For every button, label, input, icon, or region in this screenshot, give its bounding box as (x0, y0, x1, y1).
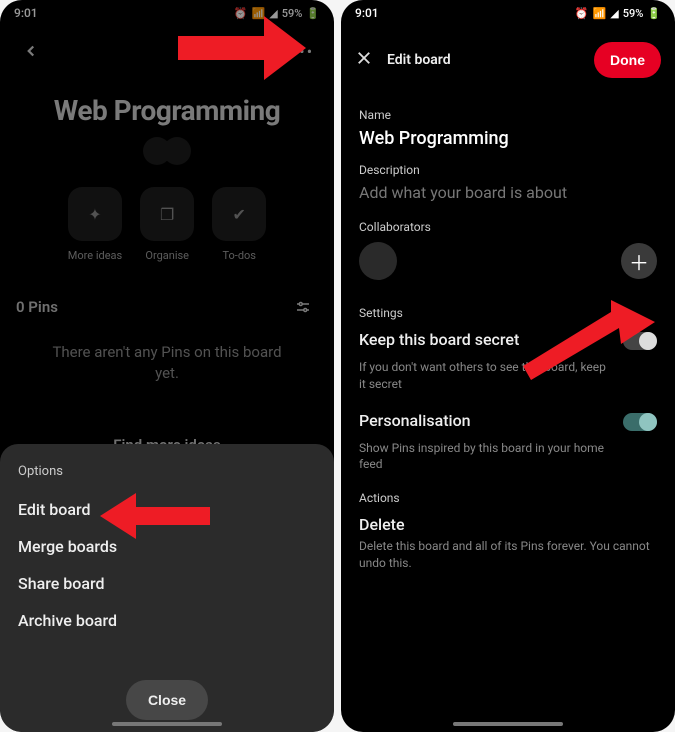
keep-secret-toggle[interactable] (623, 332, 657, 350)
action-todos[interactable]: ✔ To-dos (212, 187, 266, 262)
edit-body: Name Web Programming Description Add wha… (341, 88, 675, 572)
description-label: Description (359, 163, 657, 177)
check-icon: ✔ (233, 205, 246, 224)
setting-keep-secret: Keep this board secret (359, 330, 657, 353)
left-phone: 9:01 ⏰ 📶 ◢ 59% 🔋 ••• Web Programming ✦ M (0, 0, 334, 732)
collaborators-row: ＋ (359, 242, 657, 280)
setting-title: Keep this board secret (359, 330, 519, 349)
status-icons: ⏰ 📶 ◢ 59% 🔋 (234, 7, 320, 20)
option-merge-boards[interactable]: Merge boards (18, 528, 316, 565)
name-label: Name (359, 108, 657, 122)
signal-icon: ◢ (269, 7, 277, 20)
board-title: Web Programming (0, 94, 334, 127)
status-bar: 9:01 ⏰ 📶 ◢ 59% 🔋 (341, 0, 675, 26)
setting-desc: If you don't want others to see this boa… (359, 359, 657, 393)
organise-icon: ❐ (160, 205, 174, 224)
status-time: 9:01 (355, 6, 379, 20)
page-title: Edit board (387, 52, 451, 68)
alarm-icon: ⏰ (234, 7, 248, 20)
chevron-left-icon (22, 42, 40, 60)
wifi-icon: 📶 (252, 7, 266, 20)
action-more-ideas[interactable]: ✦ More ideas (68, 187, 122, 262)
avatar[interactable] (359, 242, 397, 280)
alarm-icon: ⏰ (575, 7, 589, 20)
filter-button[interactable] (288, 292, 318, 322)
personalisation-toggle[interactable] (623, 413, 657, 431)
sliders-icon (294, 298, 312, 316)
edit-header: Edit board Done (341, 32, 675, 88)
setting-title: Personalisation (359, 411, 471, 430)
status-icons: ⏰ 📶 ◢ 59% 🔋 (575, 7, 661, 20)
close-button[interactable]: Close (126, 680, 208, 720)
board-avatars (0, 137, 334, 165)
setting-personalisation: Personalisation (359, 411, 657, 434)
pins-row: 0 Pins (0, 292, 334, 322)
option-edit-board[interactable]: Edit board (18, 491, 316, 528)
collaborators-label: Collaborators (359, 220, 657, 234)
battery-pct: 59% (282, 7, 303, 20)
back-button[interactable] (16, 36, 46, 66)
actions-label: Actions (359, 491, 657, 505)
status-time: 9:01 (14, 6, 38, 20)
action-label: To-dos (222, 249, 256, 262)
name-field[interactable]: Web Programming (359, 128, 657, 149)
delete-board[interactable]: Delete (359, 515, 657, 534)
board-actions: ✦ More ideas ❐ Organise ✔ To-dos (0, 187, 334, 262)
settings-label: Settings (359, 306, 657, 320)
right-phone: 9:01 ⏰ 📶 ◢ 59% 🔋 Edit board Done Name We… (341, 0, 675, 732)
action-label: More ideas (68, 249, 122, 262)
wifi-icon: 📶 (593, 7, 607, 20)
delete-desc: Delete this board and all of its Pins fo… (359, 538, 657, 572)
option-share-board[interactable]: Share board (18, 565, 316, 602)
sparkle-icon: ✦ (88, 205, 101, 224)
nav-indicator (453, 722, 563, 726)
board-header: ••• (0, 26, 334, 66)
description-field[interactable]: Add what your board is about (359, 183, 657, 202)
option-archive-board[interactable]: Archive board (18, 602, 316, 639)
more-options-button[interactable]: ••• (288, 36, 318, 66)
plus-icon: ＋ (629, 247, 649, 276)
setting-desc: Show Pins inspired by this board in your… (359, 440, 657, 474)
close-icon (355, 49, 373, 67)
status-bar: 9:01 ⏰ 📶 ◢ 59% 🔋 (0, 0, 334, 26)
battery-pct: 59% (623, 7, 644, 20)
battery-icon: 🔋 (306, 7, 320, 20)
done-button[interactable]: Done (594, 42, 661, 78)
options-title: Options (18, 464, 316, 479)
signal-icon: ◢ (610, 7, 618, 20)
avatar (163, 137, 191, 165)
action-label: Organise (145, 249, 189, 262)
nav-indicator (112, 722, 222, 726)
battery-icon: 🔋 (647, 7, 661, 20)
close-button[interactable] (355, 49, 373, 71)
empty-message: There aren't any Pins on this board yet. (0, 342, 334, 384)
options-sheet: Options Edit board Merge boards Share bo… (0, 444, 334, 732)
add-collaborator-button[interactable]: ＋ (621, 243, 657, 279)
pins-count: 0 Pins (16, 298, 58, 316)
action-organise[interactable]: ❐ Organise (140, 187, 194, 262)
